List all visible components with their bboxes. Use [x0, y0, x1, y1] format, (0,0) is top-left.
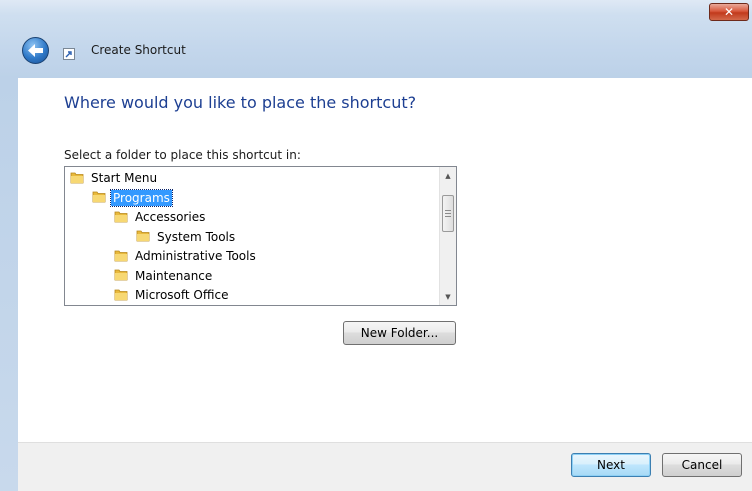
back-button[interactable] — [22, 37, 49, 64]
window-frame-left — [0, 78, 18, 491]
tree-item[interactable]: Maintenance — [114, 267, 214, 285]
page-heading: Where would you like to place the shortc… — [64, 93, 417, 112]
scroll-thumb[interactable] — [442, 195, 454, 232]
close-button[interactable]: ✕ — [709, 3, 749, 21]
tree-item-label: Maintenance — [135, 268, 213, 283]
tree-scrollbar[interactable]: ▲ ▼ — [439, 167, 456, 305]
tree-item[interactable]: Microsoft Office — [114, 286, 230, 304]
folder-icon — [136, 228, 150, 245]
tree-item-label: Programs — [110, 188, 173, 207]
scroll-down-icon[interactable]: ▼ — [440, 288, 456, 305]
window-frame — [0, 0, 752, 78]
folder-icon — [114, 248, 128, 265]
create-shortcut-window: ✕ Create Shortcut Where would you like t… — [0, 0, 752, 491]
folder-icon — [114, 209, 128, 226]
tree-item[interactable]: Accessories — [114, 208, 207, 226]
scroll-up-icon[interactable]: ▲ — [440, 167, 456, 184]
tree-item-label: Administrative Tools — [135, 249, 256, 263]
tree-item[interactable]: Administrative Tools — [114, 247, 258, 265]
tree-item[interactable]: System Tools — [136, 228, 237, 246]
cancel-button[interactable]: Cancel — [662, 453, 742, 477]
tree-item-label: System Tools — [157, 229, 236, 244]
folder-icon — [92, 189, 106, 206]
tree-item[interactable]: Start Menu — [70, 169, 159, 187]
folder-icon — [114, 267, 128, 284]
folder-tree[interactable]: Start Menu Programs Accessories System Tool… — [64, 166, 457, 306]
tree-item-label: Microsoft Office — [135, 288, 229, 302]
shortcut-icon — [63, 48, 75, 60]
tree-item-label: Accessories — [135, 210, 206, 224]
close-icon: ✕ — [723, 5, 735, 19]
folder-icon — [70, 170, 84, 187]
tree-item-label: Start Menu — [91, 171, 158, 185]
back-arrow-icon — [28, 44, 43, 57]
folder-picker-label: Select a folder to place this shortcut i… — [64, 148, 301, 162]
folder-icon — [114, 287, 128, 304]
tree-item[interactable]: Programs — [92, 188, 173, 207]
window-title: Create Shortcut — [91, 43, 186, 57]
new-folder-button[interactable]: New Folder... — [343, 321, 456, 345]
next-button[interactable]: Next — [571, 453, 651, 477]
